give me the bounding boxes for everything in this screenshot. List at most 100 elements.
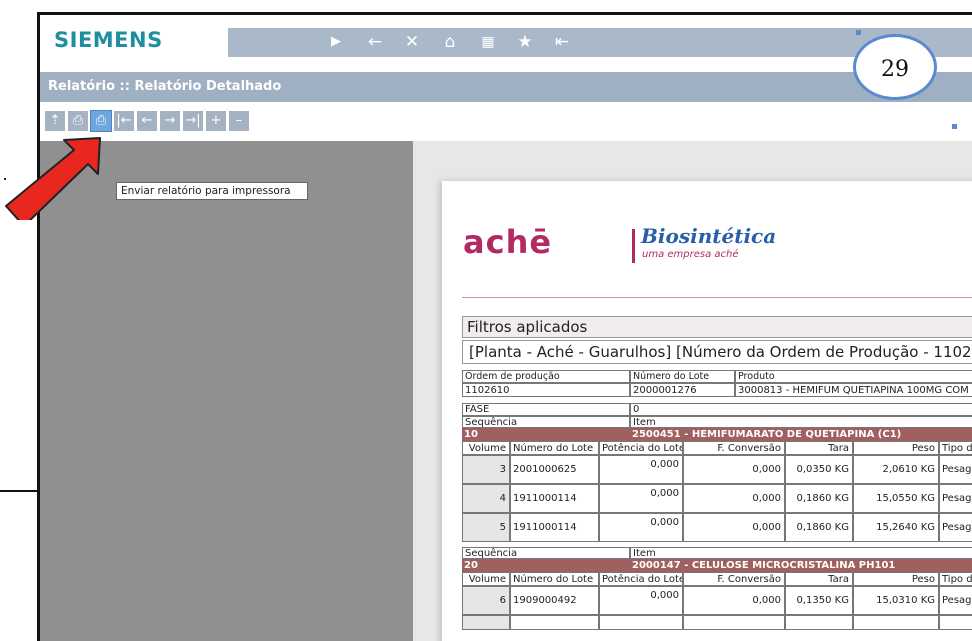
item-label: Item	[630, 547, 972, 559]
export-button[interactable]: ⇡	[45, 111, 65, 131]
page-number-badge: 29	[853, 34, 937, 100]
play-icon[interactable]: ▶	[326, 32, 346, 52]
lot-value: 2000001276	[630, 383, 735, 397]
table-cell: 0,000	[683, 484, 785, 513]
window-title: Relatório :: Relatório Detalhado	[48, 79, 282, 94]
first-page-button[interactable]: |←	[114, 111, 134, 131]
order-header: Ordem de produção	[462, 370, 630, 383]
filters-value: [Planta - Aché - Guarulhos] [Número da O…	[462, 340, 972, 364]
top-header: SIEMENS ▶ ← ✕ ⌂ ▦ ★ ⇤	[40, 15, 972, 67]
zoom-in-button[interactable]: +	[206, 111, 226, 131]
order-value: 1102610	[462, 383, 630, 397]
table-cell	[853, 615, 939, 630]
home-icon[interactable]: ⌂	[440, 32, 460, 52]
col-header: Número do Lote	[510, 441, 599, 455]
table-cell	[785, 615, 853, 630]
product-header: Produto	[735, 370, 972, 383]
col-header: Tara	[785, 572, 853, 586]
back-arrow-icon[interactable]: ←	[365, 32, 385, 52]
report-table: Ordem de produção Número do Lote Produto…	[462, 370, 972, 630]
group-item: 2000147 - CELULOSE MICROCRISTALINA PH101	[630, 559, 972, 572]
divider	[462, 297, 972, 298]
annotation-dot	[952, 124, 957, 129]
grid-icon[interactable]: ▦	[478, 32, 498, 52]
seq-label: Sequência	[462, 416, 630, 428]
annotation-line	[0, 490, 37, 492]
table-cell: 1911000114	[510, 513, 599, 542]
close-icon[interactable]: ✕	[402, 32, 422, 52]
zoom-out-button[interactable]: –	[229, 111, 249, 131]
seq-label: Sequência	[462, 547, 630, 559]
fase-label: FASE	[462, 403, 630, 416]
last-page-button[interactable]: →|	[183, 111, 203, 131]
col-header: F. Conversão	[683, 441, 785, 455]
table-cell: 15,2640 KG	[853, 513, 939, 542]
item-label: Item	[630, 416, 972, 428]
col-header: F. Conversão	[683, 572, 785, 586]
col-header: Potência do Lote	[599, 441, 683, 455]
table-cell: 15,0310 KG	[853, 586, 939, 615]
report-page: achē Biosintética uma empresa aché Filtr…	[442, 181, 972, 641]
filters-title: Filtros aplicados	[462, 316, 972, 338]
table-cell: 3	[462, 455, 510, 484]
table-cell: Pesager	[939, 484, 972, 513]
table-cell: 0,1350 KG	[785, 586, 853, 615]
table-cell: 0,000	[599, 586, 683, 615]
table-cell	[510, 615, 599, 630]
print-tooltip: Enviar relatório para impressora	[116, 182, 308, 200]
send-to-printer-button[interactable]: ⎙	[90, 110, 112, 132]
col-header: Peso	[853, 441, 939, 455]
fase-value: 0	[630, 403, 972, 416]
app-window: SIEMENS ▶ ← ✕ ⌂ ▦ ★ ⇤ Relatório :: Relat…	[37, 12, 972, 641]
col-header: Potência do Lote	[599, 572, 683, 586]
group-item: 2500451 - HEMIFUMARATO DE QUETIAPINA (C1…	[630, 428, 972, 441]
logo-divider	[632, 229, 635, 263]
table-cell: 4	[462, 484, 510, 513]
group-seq: 20	[462, 559, 630, 572]
table-cell	[939, 615, 972, 630]
table-cell: 1909000492	[510, 586, 599, 615]
annotation-dot	[856, 30, 861, 35]
table-cell: 6	[462, 586, 510, 615]
table-cell	[599, 615, 683, 630]
col-header: Tara	[785, 441, 853, 455]
col-header: Número do Lote	[510, 572, 599, 586]
col-header: Tipo da	[939, 572, 972, 586]
table-cell	[462, 615, 510, 630]
col-header: Volume	[462, 572, 510, 586]
table-cell: 0,000	[683, 513, 785, 542]
table-cell: 0,000	[683, 586, 785, 615]
prev-page-button[interactable]: ←	[137, 111, 157, 131]
table-cell: Pesager	[939, 455, 972, 484]
table-cell: 0,0350 KG	[785, 455, 853, 484]
col-header: Tipo da	[939, 441, 972, 455]
product-value: 3000813 - HEMIFUM QUETIAPINA 100MG COM	[735, 383, 972, 397]
biosintetica-logo: Biosintética	[641, 224, 777, 248]
table-cell: Pesager	[939, 586, 972, 615]
table-cell: 0,000	[599, 513, 683, 542]
next-page-button[interactable]: →	[160, 111, 180, 131]
window-titlebar: Relatório :: Relatório Detalhado	[40, 72, 972, 102]
col-header: Volume	[462, 441, 510, 455]
lot-header: Número do Lote	[630, 370, 735, 383]
table-cell: 0,000	[683, 455, 785, 484]
table-cell: Pesager	[939, 513, 972, 542]
star-icon[interactable]: ★	[515, 32, 535, 52]
table-cell: 15,0550 KG	[853, 484, 939, 513]
table-cell	[683, 615, 785, 630]
col-header: Peso	[853, 572, 939, 586]
logo-tagline: uma empresa aché	[642, 249, 739, 260]
page-number: 29	[881, 57, 909, 82]
table-cell: 0,1860 KG	[785, 513, 853, 542]
table-cell: 2001000625	[510, 455, 599, 484]
print-icon[interactable]: ⎙	[68, 111, 88, 131]
table-cell: 0,000	[599, 455, 683, 484]
table-cell: 1911000114	[510, 484, 599, 513]
table-cell: 5	[462, 513, 510, 542]
report-viewer[interactable]: achē Biosintética uma empresa aché Filtr…	[413, 141, 972, 641]
logout-icon[interactable]: ⇤	[552, 32, 572, 52]
table-cell: 2,0610 KG	[853, 455, 939, 484]
left-panel	[40, 141, 413, 641]
ache-logo: achē	[463, 223, 553, 261]
table-cell: 0,1860 KG	[785, 484, 853, 513]
